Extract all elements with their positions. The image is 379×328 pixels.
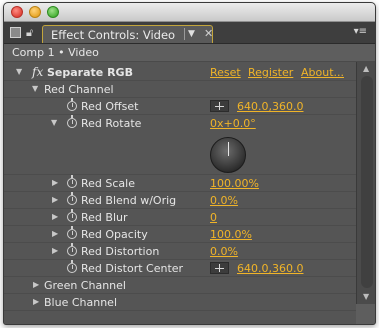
twirl-down-icon[interactable]: ▼ — [32, 84, 38, 93]
twirl-right-icon[interactable]: ▶ — [52, 178, 58, 187]
group-label: Blue Channel — [44, 296, 117, 309]
crosshair-icon[interactable] — [210, 262, 229, 274]
blue-channel-row[interactable]: ▶ Blue Channel — [4, 294, 356, 311]
panel-icon[interactable] — [10, 27, 21, 38]
tab-close-icon[interactable]: ✕ — [204, 27, 213, 40]
property-label: Red Blend w/Orig — [81, 194, 177, 207]
twirl-right-icon[interactable]: ▶ — [33, 297, 39, 306]
group-label: Green Channel — [44, 279, 126, 292]
scroll-track[interactable] — [361, 76, 373, 288]
effect-list: ▼ fx Separate RGB Reset Register About..… — [4, 62, 356, 324]
effect-header-row[interactable]: ▼ fx Separate RGB Reset Register About..… — [4, 64, 356, 81]
property-row-red-distortion[interactable]: ▶ Red Distortion 0.0% — [4, 243, 356, 260]
dial-needle — [228, 142, 229, 156]
effect-name: Separate RGB — [47, 66, 133, 79]
property-value[interactable]: 100.0% — [210, 228, 252, 241]
property-value[interactable]: 640.0,360.0 — [237, 262, 303, 275]
window-zoom-icon[interactable] — [47, 6, 59, 18]
property-label: Red Rotate — [81, 117, 142, 130]
twirl-right-icon[interactable]: ▶ — [52, 195, 58, 204]
stopwatch-icon[interactable] — [67, 209, 77, 222]
property-value[interactable]: 640.0,360.0 — [237, 100, 303, 113]
group-label: Red Channel — [44, 83, 114, 96]
stopwatch-icon[interactable] — [67, 243, 77, 256]
stopwatch-icon[interactable] — [67, 98, 77, 111]
property-label: Red Distortion — [81, 245, 160, 258]
window-minimize-icon[interactable] — [29, 6, 41, 18]
property-value[interactable]: 0.0% — [210, 245, 238, 258]
tab-effect-controls[interactable]: Effect Controls: Video ▼ ✕ — [42, 25, 213, 43]
twirl-down-icon[interactable]: ▼ — [16, 67, 22, 76]
stopwatch-icon[interactable] — [67, 260, 77, 273]
property-label: Red Opacity — [81, 228, 148, 241]
green-channel-row[interactable]: ▶ Green Channel — [4, 277, 356, 294]
window-close-icon[interactable] — [11, 6, 23, 18]
comp-label: Comp 1 • Video — [12, 46, 99, 59]
property-row-red-scale[interactable]: ▶ Red Scale 100.00% — [4, 175, 356, 192]
lock-icon[interactable]: 🔓︎ — [26, 26, 33, 40]
property-label: Red Blur — [81, 211, 128, 224]
tab-divider — [184, 28, 185, 40]
stopwatch-icon[interactable] — [67, 115, 77, 128]
crosshair-icon[interactable] — [210, 100, 229, 112]
scroll-up-icon[interactable]: ▲ — [363, 64, 369, 73]
property-row-red-blend[interactable]: ▶ Red Blend w/Orig 0.0% — [4, 192, 356, 209]
register-link[interactable]: Register — [248, 66, 293, 79]
about-link[interactable]: About... — [301, 66, 344, 79]
tab-label: Effect Controls: Video — [51, 28, 176, 42]
property-value[interactable]: 0x+0.0° — [210, 117, 256, 130]
property-label: Red Scale — [81, 177, 135, 190]
property-value[interactable]: 0 — [210, 211, 217, 224]
stopwatch-icon[interactable] — [67, 175, 77, 188]
property-label: Red Distort Center — [81, 262, 184, 275]
vertical-scrollbar[interactable]: ▲ ▼ — [356, 62, 375, 304]
scroll-down-icon[interactable]: ▼ — [363, 292, 369, 301]
property-row-red-offset[interactable]: Red Offset 640.0,360.0 — [4, 98, 356, 115]
reset-link[interactable]: Reset — [210, 66, 241, 79]
red-channel-row[interactable]: ▼ Red Channel — [4, 81, 356, 98]
panel-tab-bar: 🔓︎ Effect Controls: Video ▼ ✕ ▾≡ — [4, 22, 375, 44]
property-row-red-opacity[interactable]: ▶ Red Opacity 100.0% — [4, 226, 356, 243]
twirl-right-icon[interactable]: ▶ — [33, 280, 39, 289]
property-value[interactable]: 0.0% — [210, 194, 238, 207]
rotation-dial[interactable] — [210, 137, 246, 173]
property-label: Red Offset — [81, 100, 139, 113]
fx-icon[interactable]: fx — [32, 65, 43, 79]
stopwatch-icon[interactable] — [67, 192, 77, 205]
twirl-right-icon[interactable]: ▶ — [52, 212, 58, 221]
comp-breadcrumb: Comp 1 • Video — [4, 44, 375, 62]
title-bar — [4, 3, 375, 22]
panel-menu-icon[interactable]: ▾≡ — [354, 26, 367, 37]
tab-dropdown-icon[interactable]: ▼ — [188, 29, 195, 39]
twirl-right-icon[interactable]: ▶ — [52, 229, 58, 238]
stopwatch-icon[interactable] — [67, 226, 77, 239]
property-row-red-blur[interactable]: ▶ Red Blur 0 — [4, 209, 356, 226]
property-value[interactable]: 100.00% — [210, 177, 259, 190]
effect-controls-window: 🔓︎ Effect Controls: Video ▼ ✕ ▾≡ Comp 1 … — [3, 2, 376, 325]
twirl-right-icon[interactable]: ▶ — [52, 246, 58, 255]
property-row-red-rotate[interactable]: ▼ Red Rotate 0x+0.0° — [4, 115, 356, 175]
property-row-red-distort-center[interactable]: Red Distort Center 640.0,360.0 — [4, 260, 356, 277]
twirl-down-icon[interactable]: ▼ — [51, 118, 57, 127]
